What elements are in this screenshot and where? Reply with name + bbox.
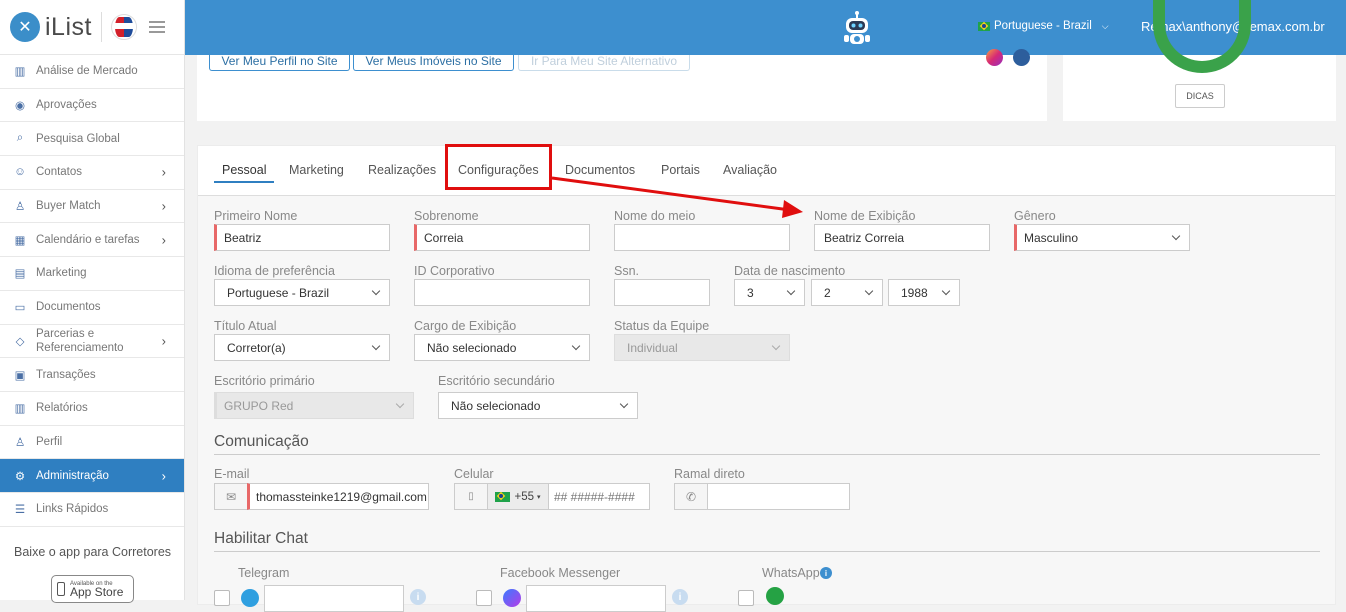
annotation-arrow	[551, 176, 803, 218]
